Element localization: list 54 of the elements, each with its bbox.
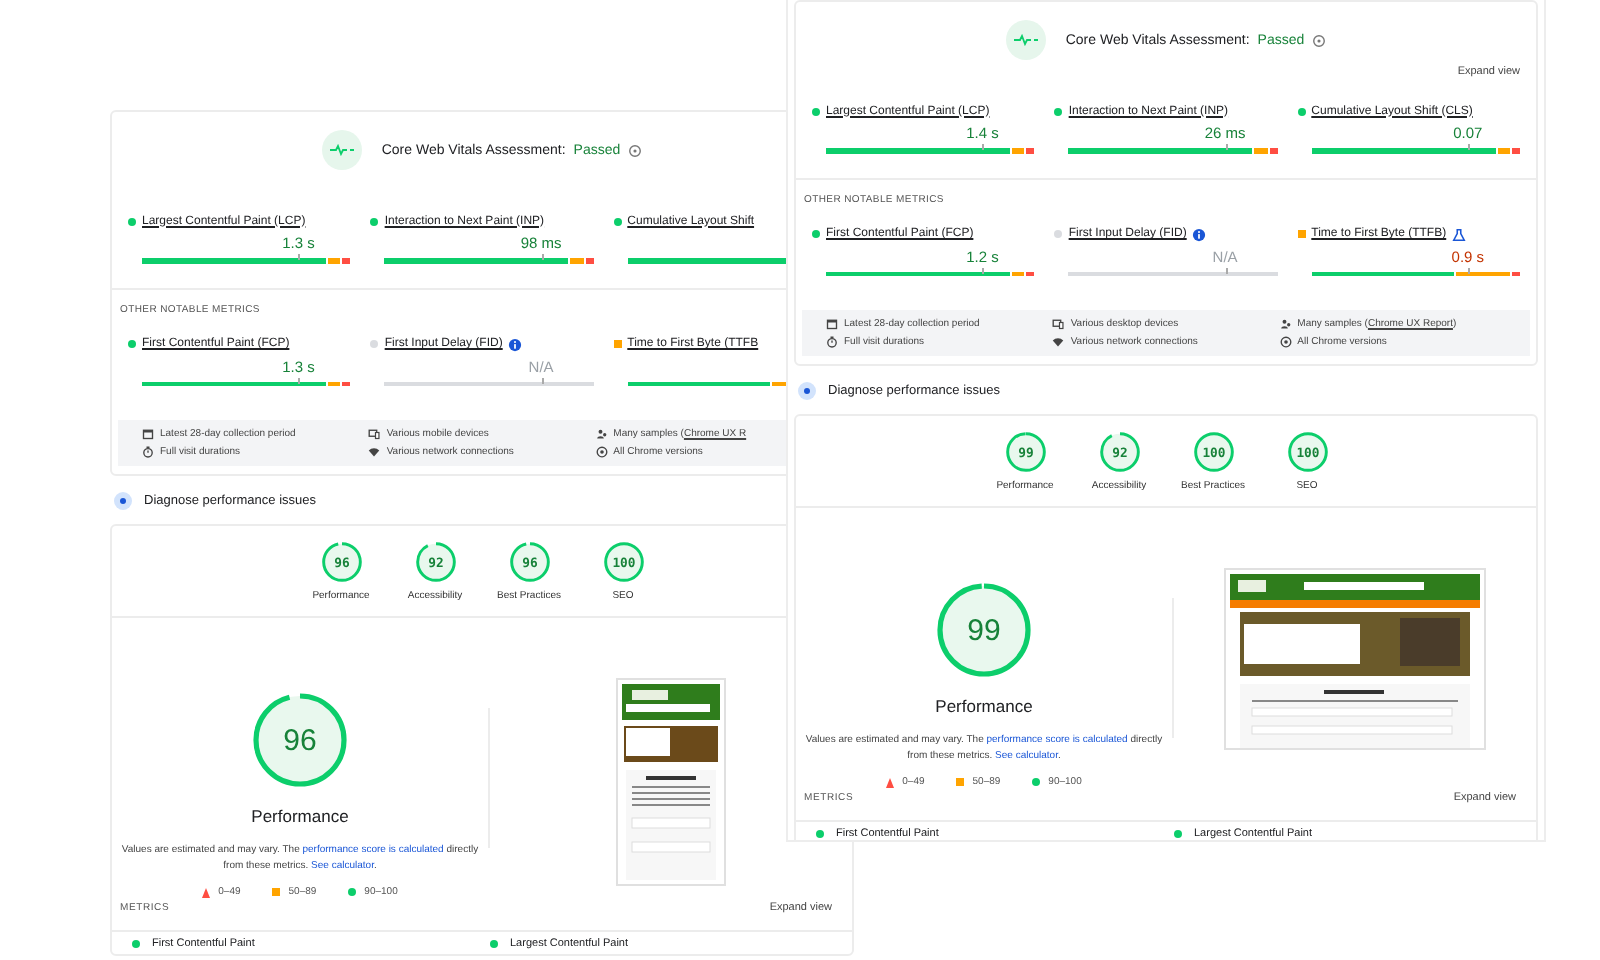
gauge-title: Performance — [251, 806, 349, 826]
vitals-pulse-icon — [321, 130, 362, 170]
people-icon — [595, 428, 608, 440]
poor-segment — [1026, 148, 1035, 153]
poor-segment — [585, 258, 594, 263]
people-icon — [1279, 318, 1292, 330]
poor-segment — [1026, 271, 1035, 276]
fail-triangle-icon — [202, 887, 211, 897]
vitals-pulse-icon — [1005, 20, 1046, 60]
average-segment — [1456, 271, 1510, 276]
calendar-icon — [142, 428, 154, 440]
average-segment — [1012, 148, 1025, 153]
wifi-icon — [1052, 336, 1065, 348]
average-square-icon — [956, 778, 965, 786]
poor-segment — [1269, 148, 1278, 153]
average-square-icon — [272, 888, 281, 896]
stopwatch-icon — [826, 336, 838, 348]
average-segment — [1012, 271, 1025, 276]
good-segment — [1311, 271, 1455, 276]
devices-icon — [368, 428, 381, 440]
average-segment — [1497, 148, 1510, 153]
devices-icon — [1052, 318, 1065, 330]
p75-marker — [298, 377, 301, 383]
p75-marker — [982, 267, 985, 273]
globe-icon — [595, 446, 608, 458]
pass-circle-icon — [1032, 778, 1041, 786]
p75-marker — [1467, 267, 1470, 273]
performance-gauge: 99 — [934, 580, 1034, 680]
average-segment — [328, 258, 341, 263]
help-icon[interactable] — [628, 143, 643, 157]
p75-marker — [1467, 144, 1470, 150]
p75-marker — [298, 254, 301, 260]
average-segment — [1254, 148, 1268, 153]
gauge-title: Performance — [935, 696, 1033, 716]
poor-segment — [342, 381, 351, 386]
stopwatch-icon — [142, 446, 154, 458]
fail-triangle-icon — [886, 777, 895, 787]
pass-circle-icon — [348, 888, 357, 896]
performance-gauge: 96 — [250, 690, 350, 790]
poor-segment — [342, 258, 351, 263]
info-icon[interactable] — [1192, 227, 1207, 241]
diagnose-icon — [798, 381, 816, 399]
poor-segment — [1511, 271, 1520, 276]
average-segment — [328, 381, 341, 386]
help-icon[interactable] — [1312, 33, 1327, 47]
poor-segment — [1511, 148, 1520, 153]
p75-marker — [982, 144, 985, 150]
calendar-icon — [826, 318, 838, 330]
wifi-icon — [368, 446, 381, 458]
info-icon[interactable] — [508, 337, 523, 351]
globe-icon — [1279, 336, 1292, 348]
diagnose-icon — [114, 491, 132, 509]
average-segment — [570, 258, 584, 263]
good-segment — [627, 381, 771, 386]
